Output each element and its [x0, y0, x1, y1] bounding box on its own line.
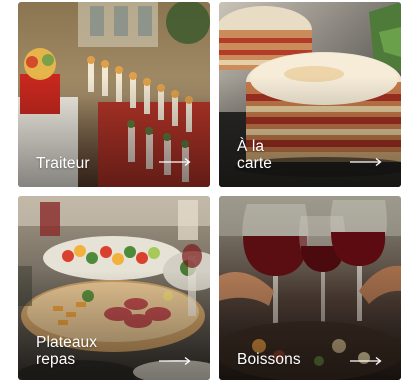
arrow-right-icon: [158, 356, 192, 366]
tile-boissons[interactable]: Boissons: [219, 196, 401, 380]
tile-label: Plateaux repas: [36, 334, 98, 368]
category-grid: Traiteur À la carte Plateaux repas Boiss…: [0, 0, 401, 383]
tile-label: Boissons: [237, 351, 301, 368]
tile-traiteur[interactable]: Traiteur: [18, 2, 210, 187]
arrow-right-icon: [158, 157, 192, 167]
tile-a-la-carte[interactable]: À la carte: [219, 2, 401, 187]
tile-plateaux-repas[interactable]: Plateaux repas: [18, 196, 210, 380]
tile-label: À la carte: [237, 138, 272, 172]
arrow-right-icon: [349, 157, 383, 167]
tile-label: Traiteur: [36, 155, 90, 172]
arrow-right-icon: [349, 356, 383, 366]
